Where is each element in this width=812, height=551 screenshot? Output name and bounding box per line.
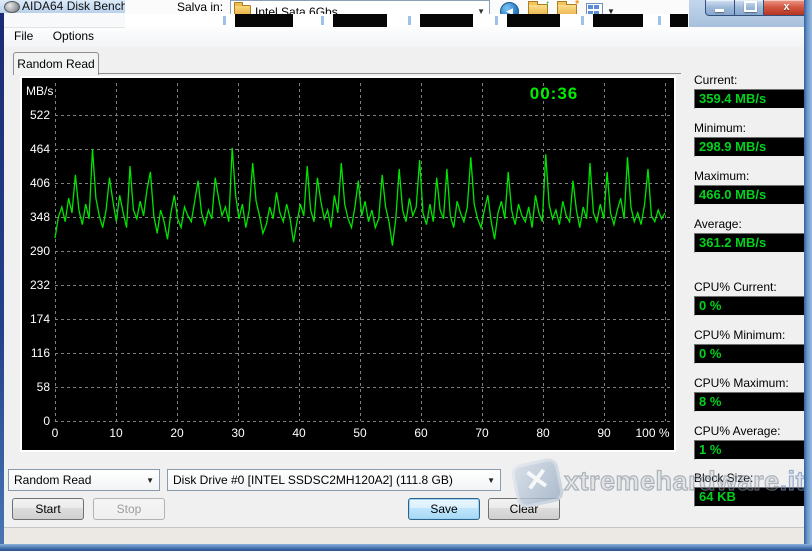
dialog-bottom-fragment	[0, 527, 812, 545]
caption-fragment: x	[689, 0, 812, 27]
stat-value: 64 KB	[694, 487, 805, 507]
window-border-bottom	[0, 544, 812, 551]
chart-canvas	[54, 83, 670, 422]
stat-label: CPU% Minimum:	[694, 328, 786, 342]
stat-value: 361.2 MB/s	[694, 233, 805, 253]
file-icon-fragment	[321, 16, 324, 25]
menu-file[interactable]: File	[6, 27, 41, 47]
aida64-disk-benchmark-window: AIDA64 Disk Benchm Salva in: Intel Sata …	[0, 0, 812, 551]
close-icon: x	[783, 1, 790, 13]
save-in-label: Salva in:	[177, 0, 224, 14]
close-button[interactable]: x	[763, 0, 810, 16]
titlebar-under-fragment	[0, 13, 125, 28]
maximize-icon	[744, 1, 757, 12]
stat-label: Maximum:	[694, 169, 750, 183]
window-border-right	[804, 0, 812, 551]
disk-drive-value: Disk Drive #0 [INTEL SSDSC2MH120A2] (111…	[173, 473, 453, 487]
x-tick-label: 40	[292, 426, 306, 440]
stat-value: 359.4 MB/s	[694, 89, 805, 109]
tab-strip-line	[97, 73, 681, 74]
y-tick-label: 58	[36, 379, 50, 394]
stat-value: 466.0 MB/s	[694, 185, 805, 205]
disk-benchmark-app-icon	[4, 1, 20, 13]
stat-label: Current:	[694, 73, 738, 87]
minimize-button[interactable]	[705, 0, 735, 16]
test-type-combobox[interactable]: Random Read ▼	[8, 469, 160, 491]
file-icon-fragment	[495, 16, 498, 25]
window-title: AIDA64 Disk Benchm	[22, 0, 125, 13]
titlebar-fragment: AIDA64 Disk Benchm	[0, 0, 125, 13]
y-tick-label: 406	[29, 175, 50, 190]
stat-label: CPU% Maximum:	[694, 376, 789, 390]
x-tick-label: 60	[414, 426, 428, 440]
x-tick-label: 50	[353, 426, 367, 440]
x-tick-label: 10	[109, 426, 123, 440]
disk-drive-combobox[interactable]: Disk Drive #0 [INTEL SSDSC2MH120A2] (111…	[167, 469, 501, 491]
y-tick-label: 522	[29, 107, 50, 122]
stat-value: 0 %	[694, 344, 805, 364]
save-button[interactable]: Save	[408, 498, 480, 520]
stat-value: 0 %	[694, 296, 805, 316]
elapsed-timer: 00:36	[529, 84, 579, 103]
x-tick-label: 0	[51, 426, 59, 440]
file-icon-fragment	[658, 16, 661, 25]
file-icon-fragment	[408, 16, 411, 25]
stat-value: 8 %	[694, 392, 805, 412]
stats-panel: Current: 359.4 MB/s Minimum: 298.9 MB/s Maxi…	[694, 0, 805, 551]
file-thumbnail-strip	[125, 14, 688, 27]
menubar: File Options	[4, 27, 804, 47]
file-icon-fragment	[223, 16, 226, 25]
stat-value: 298.9 MB/s	[694, 137, 805, 157]
up-arrow-glyph: ↑	[545, 0, 550, 10]
chevron-down-icon: ▼	[487, 475, 495, 485]
y-tick-label: 464	[29, 141, 50, 156]
x-tick-label: 20	[170, 426, 184, 440]
clear-button[interactable]: Clear	[488, 498, 560, 520]
file-thumbnail	[670, 14, 688, 27]
file-thumbnail	[333, 14, 387, 27]
y-tick-label: 232	[29, 277, 50, 292]
file-thumbnail	[420, 14, 473, 27]
stop-button: Stop	[93, 498, 165, 520]
menu-options[interactable]: Options	[45, 27, 102, 47]
tab-random-read[interactable]: Random Read	[13, 52, 99, 75]
stat-label: Block Size:	[694, 471, 754, 485]
stat-label: Average:	[694, 217, 742, 231]
file-thumbnail	[593, 14, 643, 27]
stat-label: CPU% Current:	[694, 280, 777, 294]
y-tick-label: 174	[29, 311, 50, 326]
minimize-icon	[715, 9, 724, 12]
maximize-button[interactable]	[735, 0, 763, 16]
stat-value: 1 %	[694, 440, 805, 460]
x-tick-label: 90	[597, 426, 611, 440]
file-thumbnail	[235, 14, 293, 27]
x-tick-label: 70	[475, 426, 489, 440]
stat-label: Minimum:	[694, 121, 747, 135]
benchmark-chart: MB/s 00:36 522 464 406 348 290 232 174 116 58 0 0 1…	[20, 76, 676, 452]
test-type-value: Random Read	[14, 473, 92, 487]
file-thumbnail	[507, 14, 560, 27]
new-star-glyph: *	[575, 0, 579, 10]
x-tick-label: 80	[536, 426, 550, 440]
chevron-down-icon: ▼	[146, 475, 154, 485]
save-dialog-fragment: Salva in: Intel Sata 6Gbs ▼ ◀ ↑ * ▼	[125, 0, 690, 27]
y-axis-unit: MB/s	[26, 84, 54, 98]
stat-label: CPU% Average:	[694, 424, 781, 438]
y-tick-label: 348	[29, 209, 50, 224]
y-tick-label: 290	[29, 243, 50, 258]
file-icon-fragment	[581, 16, 584, 25]
x-tick-label: 30	[231, 426, 245, 440]
x-tick-label: 100 %	[635, 426, 670, 440]
start-button[interactable]: Start	[12, 498, 84, 520]
window-border-left	[0, 13, 4, 551]
y-tick-label: 116	[30, 345, 50, 360]
